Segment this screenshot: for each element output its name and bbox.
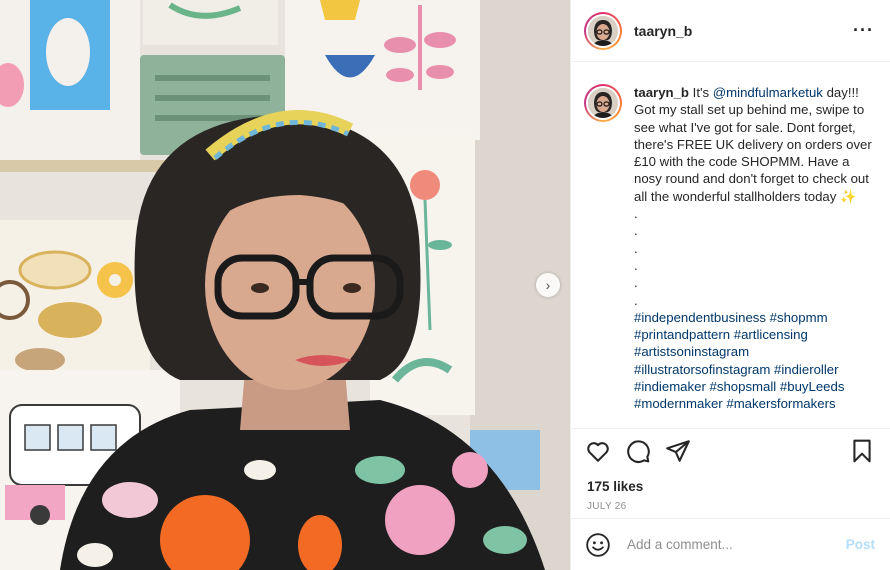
post-caption: taaryn_b It's @mindfulmarketuk day!!! Go… bbox=[634, 84, 874, 428]
caption-author-avatar[interactable] bbox=[584, 84, 622, 122]
selfie-illustration bbox=[0, 0, 570, 570]
likes-count[interactable]: 175 likes bbox=[571, 473, 890, 494]
more-horizontal-icon[interactable]: ··· bbox=[853, 20, 874, 41]
author-avatar[interactable] bbox=[584, 11, 622, 50]
mention-link[interactable]: @mindfulmarketuk bbox=[713, 85, 823, 100]
post-header: taaryn_b ··· bbox=[571, 0, 890, 62]
post-date[interactable]: JULY 26 bbox=[571, 494, 890, 512]
hashtag-link[interactable]: #indieroller bbox=[774, 362, 839, 377]
hashtag-link[interactable]: #independentbusiness bbox=[634, 310, 766, 325]
hashtag-link[interactable]: #artlicensing bbox=[734, 327, 808, 342]
caption-username[interactable]: taaryn_b bbox=[634, 85, 689, 100]
add-comment-bar: Post bbox=[571, 518, 890, 570]
post-photo[interactable]: › bbox=[0, 0, 570, 570]
hashtag-link[interactable]: #buyLeeds bbox=[780, 379, 845, 394]
hashtag-list: #independentbusiness #shopmm #printandpa… bbox=[634, 310, 844, 411]
comment-input[interactable] bbox=[627, 537, 836, 552]
caption-dot: . bbox=[634, 292, 638, 308]
hashtag-link[interactable]: #shopmm bbox=[770, 310, 828, 325]
author-username[interactable]: taaryn_b bbox=[634, 23, 853, 39]
send-icon[interactable] bbox=[665, 438, 691, 464]
avatar-image bbox=[588, 88, 618, 118]
hashtag-link[interactable]: #artistsoninstagram bbox=[634, 344, 749, 359]
bookmark-icon[interactable] bbox=[849, 438, 875, 464]
post-sidebar: taaryn_b ··· taaryn_b It's @mindfulmarke… bbox=[570, 0, 890, 570]
caption-dot: . bbox=[634, 206, 638, 222]
post-comment-button[interactable]: Post bbox=[846, 537, 875, 552]
caption-intro: It's bbox=[692, 85, 713, 100]
hashtag-link[interactable]: #printandpattern bbox=[634, 327, 730, 342]
comments-section: taaryn_b It's @mindfulmarketuk day!!! Go… bbox=[571, 63, 890, 428]
hashtag-link[interactable]: #indiemaker bbox=[634, 379, 706, 394]
caption-dot: . bbox=[634, 257, 638, 273]
hashtag-link[interactable]: #modernmaker bbox=[634, 396, 723, 411]
carousel-next-button[interactable]: › bbox=[536, 273, 560, 297]
emoji-icon[interactable] bbox=[585, 532, 611, 558]
post-actions: 175 likes JULY 26 Post bbox=[571, 428, 890, 570]
caption-dot: . bbox=[634, 223, 638, 239]
hashtag-link[interactable]: #shopsmall bbox=[710, 379, 777, 394]
comment-icon[interactable] bbox=[625, 438, 651, 464]
caption-dot: . bbox=[634, 240, 638, 256]
hashtag-link[interactable]: #makersformakers bbox=[726, 396, 835, 411]
heart-icon[interactable] bbox=[585, 438, 611, 464]
action-icon-row bbox=[571, 429, 890, 473]
chevron-right-icon: › bbox=[545, 277, 551, 293]
caption-dot: . bbox=[634, 275, 638, 291]
avatar-image bbox=[588, 15, 618, 46]
hashtag-link[interactable]: #illustratorsofinstagram bbox=[634, 362, 770, 377]
caption-body: day!!! Got my stall set up behind me, sw… bbox=[634, 85, 872, 204]
